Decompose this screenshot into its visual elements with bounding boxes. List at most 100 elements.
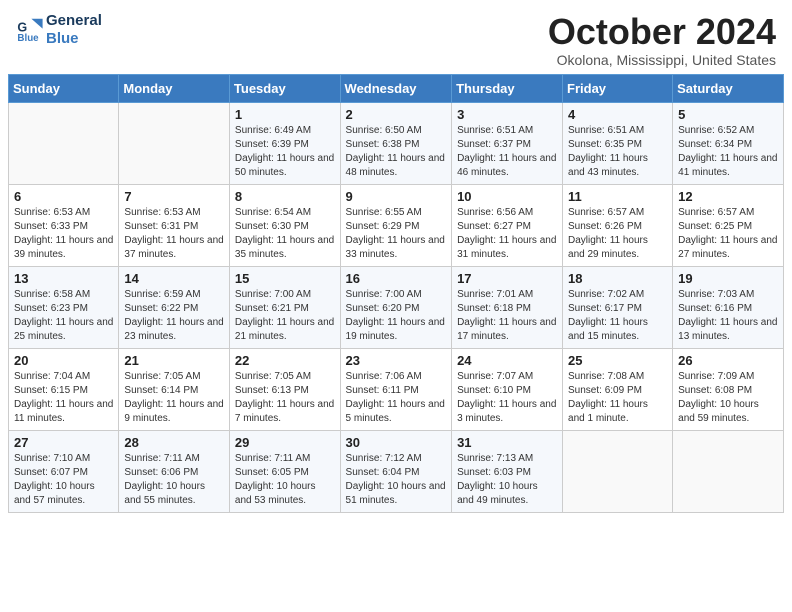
day-info: Sunrise: 7:00 AMSunset: 6:20 PMDaylight:… — [346, 288, 447, 344]
day-info: Sunrise: 6:50 AMSunset: 6:38 PMDaylight:… — [346, 124, 447, 180]
day-info: Sunrise: 7:01 AMSunset: 6:18 PMDaylight:… — [457, 288, 557, 344]
weekday-header-row: SundayMondayTuesdayWednesdayThursdayFrid… — [9, 74, 784, 102]
calendar-cell: 2 Sunrise: 6:50 AMSunset: 6:38 PMDaylight… — [340, 102, 452, 184]
week-row-3: 20 Sunrise: 7:04 AMSunset: 6:15 PMDayligh… — [9, 348, 784, 430]
weekday-header-tuesday: Tuesday — [229, 74, 340, 102]
day-info: Sunrise: 6:57 AMSunset: 6:25 PMDaylight:… — [678, 206, 778, 262]
day-info: Sunrise: 7:06 AMSunset: 6:11 PMDaylight:… — [346, 370, 447, 426]
weekday-header-saturday: Saturday — [673, 74, 784, 102]
title-block: October 2024 Okolona, Mississippi, Unite… — [548, 12, 776, 68]
day-info: Sunrise: 6:51 AMSunset: 6:35 PMDaylight:… — [568, 124, 667, 180]
day-info: Sunrise: 7:12 AMSunset: 6:04 PMDaylight:… — [346, 452, 447, 508]
day-info: Sunrise: 6:57 AMSunset: 6:26 PMDaylight:… — [568, 206, 667, 262]
day-number: 8 — [235, 189, 335, 204]
day-number: 30 — [346, 435, 447, 450]
calendar-cell: 14Sunrise: 6:59 AMSunset: 6:22 PMDayligh… — [119, 266, 230, 348]
day-number: 25 — [568, 353, 667, 368]
calendar-wrapper: SundayMondayTuesdayWednesdayThursdayFrid… — [0, 74, 792, 521]
day-info: Sunrise: 7:02 AMSunset: 6:17 PMDaylight:… — [568, 288, 667, 344]
day-number: 31 — [457, 435, 557, 450]
calendar-cell: 21 Sunrise: 7:05 AMSunset: 6:14 PMDayligh… — [119, 348, 230, 430]
day-number: 27 — [14, 435, 113, 450]
day-number: 11 — [568, 189, 667, 204]
day-info: Sunrise: 7:04 AMSunset: 6:15 PMDaylight:… — [14, 370, 113, 426]
weekday-header-sunday: Sunday — [9, 74, 119, 102]
day-info: Sunrise: 7:05 AMSunset: 6:14 PMDaylight:… — [124, 370, 224, 426]
day-info: Sunrise: 7:10 AMSunset: 6:07 PMDaylight:… — [14, 452, 113, 508]
calendar-cell: 28 Sunrise: 7:11 AMSunset: 6:06 PMDayligh… — [119, 430, 230, 512]
day-info: Sunrise: 6:52 AMSunset: 6:34 PMDaylight:… — [678, 124, 778, 180]
week-row-2: 13 Sunrise: 6:58 AMSunset: 6:23 PMDayligh… — [9, 266, 784, 348]
logo: G Blue General Blue — [16, 12, 102, 48]
calendar-cell: 22 Sunrise: 7:05 AMSunset: 6:13 PMDayligh… — [229, 348, 340, 430]
day-number: 28 — [124, 435, 224, 450]
logo-icon: G Blue — [16, 16, 44, 44]
month-title: October 2024 — [548, 12, 776, 52]
calendar-cell: 16 Sunrise: 7:00 AMSunset: 6:20 PMDayligh… — [340, 266, 452, 348]
day-number: 4 — [568, 107, 667, 122]
week-row-0: 1Sunrise: 6:49 AMSunset: 6:39 PMDaylight… — [9, 102, 784, 184]
day-number: 23 — [346, 353, 447, 368]
day-number: 2 — [346, 107, 447, 122]
week-row-1: 6Sunrise: 6:53 AMSunset: 6:33 PMDaylight… — [9, 184, 784, 266]
calendar-cell: 8 Sunrise: 6:54 AMSunset: 6:30 PMDaylight… — [229, 184, 340, 266]
weekday-header-monday: Monday — [119, 74, 230, 102]
calendar-cell: 12 Sunrise: 6:57 AMSunset: 6:25 PMDayligh… — [673, 184, 784, 266]
day-number: 13 — [14, 271, 113, 286]
day-number: 22 — [235, 353, 335, 368]
day-info: Sunrise: 7:05 AMSunset: 6:13 PMDaylight:… — [235, 370, 335, 426]
calendar-cell: 10Sunrise: 6:56 AMSunset: 6:27 PMDayligh… — [452, 184, 563, 266]
weekday-header-friday: Friday — [563, 74, 673, 102]
day-number: 29 — [235, 435, 335, 450]
day-info: Sunrise: 6:59 AMSunset: 6:22 PMDaylight:… — [124, 288, 224, 344]
calendar-cell — [563, 430, 673, 512]
day-number: 7 — [124, 189, 224, 204]
day-info: Sunrise: 7:00 AMSunset: 6:21 PMDaylight:… — [235, 288, 335, 344]
calendar-cell: 5 Sunrise: 6:52 AMSunset: 6:34 PMDaylight… — [673, 102, 784, 184]
day-number: 5 — [678, 107, 778, 122]
day-number: 17 — [457, 271, 557, 286]
day-number: 10 — [457, 189, 557, 204]
calendar-cell: 6Sunrise: 6:53 AMSunset: 6:33 PMDaylight… — [9, 184, 119, 266]
day-info: Sunrise: 6:58 AMSunset: 6:23 PMDaylight:… — [14, 288, 113, 344]
day-number: 21 — [124, 353, 224, 368]
day-number: 16 — [346, 271, 447, 286]
day-number: 24 — [457, 353, 557, 368]
day-number: 9 — [346, 189, 447, 204]
day-number: 15 — [235, 271, 335, 286]
day-number: 26 — [678, 353, 778, 368]
calendar-cell: 11 Sunrise: 6:57 AMSunset: 6:26 PMDayligh… — [563, 184, 673, 266]
calendar-cell: 25 Sunrise: 7:08 AMSunset: 6:09 PMDayligh… — [563, 348, 673, 430]
day-info: Sunrise: 6:51 AMSunset: 6:37 PMDaylight:… — [457, 124, 557, 180]
day-info: Sunrise: 7:13 AMSunset: 6:03 PMDaylight:… — [457, 452, 557, 508]
day-info: Sunrise: 6:53 AMSunset: 6:33 PMDaylight:… — [14, 206, 113, 262]
page: G Blue General Blue October 2024 Okolona… — [0, 0, 792, 612]
calendar-cell: 20 Sunrise: 7:04 AMSunset: 6:15 PMDayligh… — [9, 348, 119, 430]
calendar-cell: 23 Sunrise: 7:06 AMSunset: 6:11 PMDayligh… — [340, 348, 452, 430]
day-info: Sunrise: 6:53 AMSunset: 6:31 PMDaylight:… — [124, 206, 224, 262]
day-info: Sunrise: 7:03 AMSunset: 6:16 PMDaylight:… — [678, 288, 778, 344]
weekday-header-wednesday: Wednesday — [340, 74, 452, 102]
calendar-cell — [119, 102, 230, 184]
day-info: Sunrise: 7:11 AMSunset: 6:06 PMDaylight:… — [124, 452, 224, 508]
day-info: Sunrise: 7:11 AMSunset: 6:05 PMDaylight:… — [235, 452, 335, 508]
calendar-cell: 13 Sunrise: 6:58 AMSunset: 6:23 PMDayligh… — [9, 266, 119, 348]
day-info: Sunrise: 6:55 AMSunset: 6:29 PMDaylight:… — [346, 206, 447, 262]
calendar-cell: 19Sunrise: 7:03 AMSunset: 6:16 PMDayligh… — [673, 266, 784, 348]
calendar-cell: 26 Sunrise: 7:09 AMSunset: 6:08 PMDayligh… — [673, 348, 784, 430]
calendar-cell: 3Sunrise: 6:51 AMSunset: 6:37 PMDaylight… — [452, 102, 563, 184]
calendar-cell: 30 Sunrise: 7:12 AMSunset: 6:04 PMDayligh… — [340, 430, 452, 512]
day-info: Sunrise: 7:08 AMSunset: 6:09 PMDaylight:… — [568, 370, 667, 426]
day-number: 12 — [678, 189, 778, 204]
day-number: 18 — [568, 271, 667, 286]
day-info: Sunrise: 6:54 AMSunset: 6:30 PMDaylight:… — [235, 206, 335, 262]
calendar-cell: 24 Sunrise: 7:07 AMSunset: 6:10 PMDayligh… — [452, 348, 563, 430]
day-info: Sunrise: 6:49 AMSunset: 6:39 PMDaylight:… — [235, 124, 335, 180]
day-info: Sunrise: 7:07 AMSunset: 6:10 PMDaylight:… — [457, 370, 557, 426]
calendar-cell: 18 Sunrise: 7:02 AMSunset: 6:17 PMDayligh… — [563, 266, 673, 348]
calendar-table: SundayMondayTuesdayWednesdayThursdayFrid… — [8, 74, 784, 513]
calendar-cell: 4 Sunrise: 6:51 AMSunset: 6:35 PMDaylight… — [563, 102, 673, 184]
logo-line1: General — [46, 12, 102, 30]
day-number: 20 — [14, 353, 113, 368]
day-info: Sunrise: 7:09 AMSunset: 6:08 PMDaylight:… — [678, 370, 778, 426]
